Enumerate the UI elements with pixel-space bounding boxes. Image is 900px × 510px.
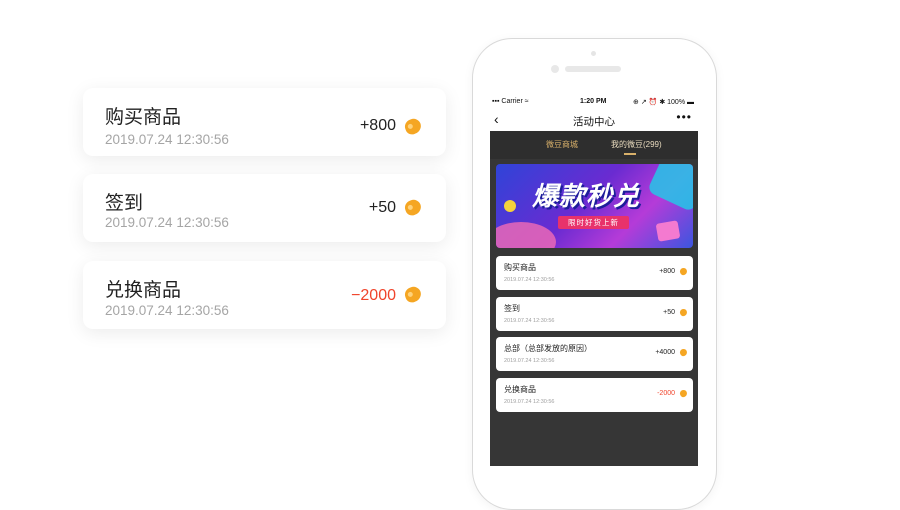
page-title: 活动中心 bbox=[573, 116, 615, 128]
list-item[interactable]: 总部（总部发放的原因） 2019.07.24 12:30:56 +4000 bbox=[496, 337, 693, 371]
record-card-purchase[interactable]: 购买商品 2019.07.24 12:30:56 +800 bbox=[83, 88, 446, 156]
record-title: 购买商品 bbox=[105, 107, 182, 128]
nav-bar: ‹ 活动中心 ••• bbox=[488, 108, 700, 132]
tab-bean-mall[interactable]: 微豆商城 bbox=[546, 139, 578, 150]
record-title: 签到 bbox=[504, 304, 520, 313]
record-date: 2019.07.24 12:30:56 bbox=[504, 318, 555, 324]
bean-icon bbox=[679, 389, 688, 398]
list-item[interactable]: 购买商品 2019.07.24 12:30:56 +800 bbox=[496, 256, 693, 290]
bean-icon bbox=[402, 284, 424, 305]
phone-speaker bbox=[565, 66, 621, 72]
banner-decoration bbox=[504, 200, 516, 212]
record-title: 兑换商品 bbox=[504, 385, 536, 394]
phone-sensor bbox=[591, 51, 596, 56]
active-tab-indicator bbox=[624, 153, 636, 155]
phone-screen: ▪▪▪ Carrier ≈ 1:20 PM ⊕ ↗ ⏰ ✱ 100% ▬ ‹ 活… bbox=[488, 96, 700, 466]
tab-bar: 微豆商城 我的微豆(299) bbox=[490, 131, 698, 159]
bean-icon bbox=[402, 197, 424, 218]
record-title: 总部（总部发放的原因） bbox=[504, 344, 592, 353]
phone-camera bbox=[551, 65, 559, 73]
banner-decoration bbox=[646, 164, 693, 213]
battery-indicator: ⊕ ↗ ⏰ ✱ 100% ▬ bbox=[633, 99, 694, 106]
tab-my-beans[interactable]: 我的微豆(299) bbox=[611, 139, 662, 150]
content-area: 微豆商城 我的微豆(299) 爆款秒兑 限时好货上新 购买商品 2019.07.… bbox=[490, 131, 698, 466]
record-card-checkin[interactable]: 签到 2019.07.24 12:30:56 +50 bbox=[83, 174, 446, 242]
record-amount: +50 bbox=[368, 199, 396, 216]
record-date: 2019.07.24 12:30:56 bbox=[504, 399, 555, 405]
promo-banner[interactable]: 爆款秒兑 限时好货上新 bbox=[496, 164, 693, 248]
record-amount: -2000 bbox=[657, 390, 675, 397]
banner-subtitle: 限时好货上新 bbox=[558, 216, 629, 229]
bean-icon bbox=[679, 267, 688, 276]
record-card-exchange[interactable]: 兑换商品 2019.07.24 12:30:56 −2000 bbox=[83, 261, 446, 329]
record-title: 购买商品 bbox=[504, 263, 536, 272]
list-item[interactable]: 签到 2019.07.24 12:30:56 +50 bbox=[496, 297, 693, 331]
banner-decoration bbox=[655, 220, 681, 242]
banner-decoration bbox=[496, 222, 556, 248]
record-date: 2019.07.24 12:30:56 bbox=[105, 303, 229, 318]
carrier-label: ▪▪▪ Carrier ≈ bbox=[492, 98, 529, 105]
record-amount: −2000 bbox=[351, 287, 396, 304]
record-amount: +50 bbox=[663, 309, 675, 316]
status-bar: ▪▪▪ Carrier ≈ 1:20 PM ⊕ ↗ ⏰ ✱ 100% ▬ bbox=[488, 96, 700, 108]
bean-icon bbox=[402, 116, 424, 137]
record-date: 2019.07.24 12:30:56 bbox=[504, 358, 555, 364]
record-amount: +800 bbox=[659, 268, 675, 275]
clock: 1:20 PM bbox=[580, 98, 607, 105]
bean-icon bbox=[679, 348, 688, 357]
list-item[interactable]: 兑换商品 2019.07.24 12:30:56 -2000 bbox=[496, 378, 693, 412]
record-date: 2019.07.24 12:30:56 bbox=[504, 277, 555, 283]
record-date: 2019.07.24 12:30:56 bbox=[105, 215, 229, 230]
more-icon[interactable]: ••• bbox=[676, 110, 692, 124]
record-amount: +4000 bbox=[655, 349, 675, 356]
bean-icon bbox=[679, 308, 688, 317]
banner-title: 爆款秒兑 bbox=[532, 181, 641, 211]
record-date: 2019.07.24 12:30:56 bbox=[105, 132, 229, 147]
record-amount: +800 bbox=[359, 117, 396, 134]
record-title: 签到 bbox=[105, 193, 144, 214]
record-title: 兑换商品 bbox=[105, 280, 182, 301]
